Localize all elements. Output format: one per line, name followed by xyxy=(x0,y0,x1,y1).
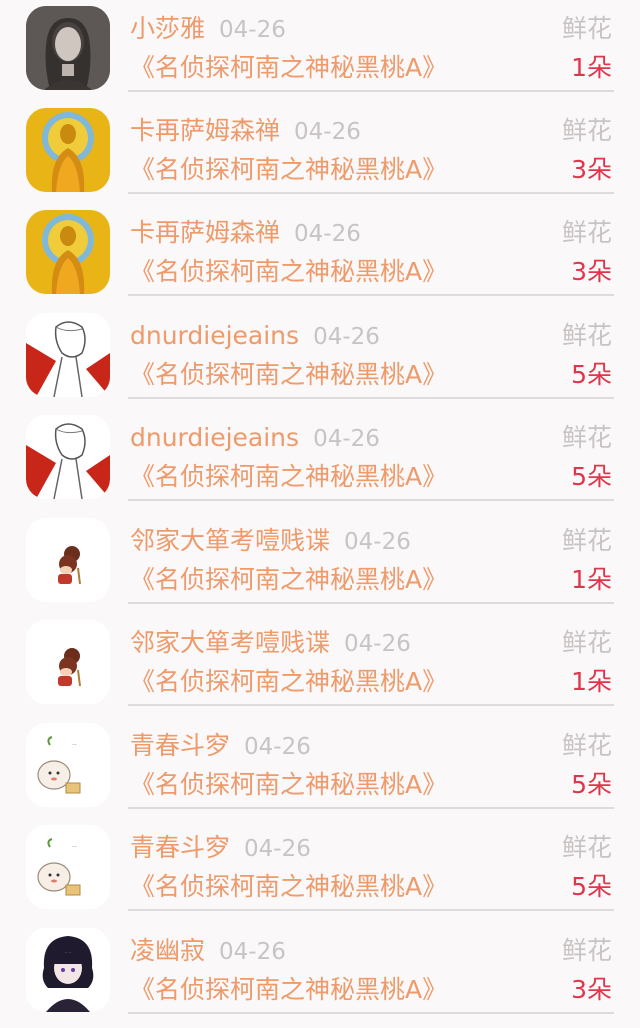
user-name[interactable]: dnurdiejeains 04-26 xyxy=(130,319,380,354)
divider xyxy=(128,807,614,809)
list-item[interactable]: 凌幽寂 04-26 《名侦探柯南之神秘黑桃A》 鲜花 3朵 xyxy=(0,922,640,1024)
gift-type: 鲜花 xyxy=(561,731,612,760)
book-title[interactable]: 《名侦探柯南之神秘黑桃A》 xyxy=(130,254,447,290)
list-item[interactable]: ... 青春斗穸 04-26 《名侦探柯南之神秘黑桃A》 鲜花 5朵 xyxy=(0,717,640,819)
gift-count: 5朵 xyxy=(571,462,612,491)
gift-count: 1朵 xyxy=(571,565,612,594)
list-item[interactable]: dnurdiejeains 04-26 《名侦探柯南之神秘黑桃A》 鲜花 5朵 xyxy=(0,409,640,511)
book-title[interactable]: 《名侦探柯南之神秘黑桃A》 xyxy=(130,357,447,393)
user-name-text[interactable]: dnurdiejeains xyxy=(130,321,299,350)
divider xyxy=(128,499,614,501)
user-name-text[interactable]: 青春斗穸 xyxy=(130,731,230,760)
divider xyxy=(128,294,614,296)
avatar-golden-buddha[interactable] xyxy=(26,108,110,192)
user-name[interactable]: 凌幽寂 04-26 xyxy=(130,934,286,969)
date: 04-26 xyxy=(294,119,361,145)
date: 04-26 xyxy=(313,324,380,350)
list-item[interactable]: 卡再萨姆森禅 04-26 《名侦探柯南之神秘黑桃A》 鲜花 3朵 xyxy=(0,102,640,204)
gift-count: 1朵 xyxy=(571,667,612,696)
gift-count: 3朵 xyxy=(571,155,612,184)
divider xyxy=(128,397,614,399)
list-item[interactable]: ... 青春斗穸 04-26 《名侦探柯南之神秘黑桃A》 鲜花 5朵 xyxy=(0,819,640,921)
svg-text:...: ... xyxy=(72,741,77,747)
date: 04-26 xyxy=(219,17,286,43)
divider xyxy=(128,909,614,911)
avatar-golden-buddha[interactable] xyxy=(26,210,110,294)
list-item[interactable]: 邻家大箪考噎贱谍 04-26 《名侦探柯南之神秘黑桃A》 鲜花 1朵 xyxy=(0,614,640,716)
user-name[interactable]: 卡再萨姆森禅 04-26 xyxy=(130,114,361,149)
date: 04-26 xyxy=(219,939,286,965)
avatar-anime-sketch[interactable] xyxy=(26,415,110,499)
user-name-text[interactable]: 青春斗穸 xyxy=(130,833,230,862)
gift-type: 鲜花 xyxy=(561,628,612,657)
user-name[interactable]: 青春斗穸 04-26 xyxy=(130,831,311,866)
gift-count: 5朵 xyxy=(571,770,612,799)
gift-count: 5朵 xyxy=(571,872,612,901)
book-title[interactable]: 《名侦探柯南之神秘黑桃A》 xyxy=(130,869,447,905)
svg-text:...: ... xyxy=(72,843,77,849)
book-title[interactable]: 《名侦探柯南之神秘黑桃A》 xyxy=(130,459,447,495)
user-name[interactable]: dnurdiejeains 04-26 xyxy=(130,421,380,456)
avatar-anime-boy[interactable] xyxy=(26,928,110,1012)
date: 04-26 xyxy=(294,221,361,247)
gift-type: 鲜花 xyxy=(561,14,612,43)
book-title[interactable]: 《名侦探柯南之神秘黑桃A》 xyxy=(130,664,447,700)
avatar-cartoon-girl[interactable] xyxy=(26,620,110,704)
avatar-cartoon-girl[interactable] xyxy=(26,518,110,602)
user-name-text[interactable]: 凌幽寂 xyxy=(130,936,205,965)
date: 04-26 xyxy=(344,631,411,657)
date: 04-26 xyxy=(313,426,380,452)
gift-type: 鲜花 xyxy=(561,833,612,862)
date: 04-26 xyxy=(244,836,311,862)
divider xyxy=(128,1012,614,1014)
user-name-text[interactable]: 邻家大箪考噎贱谍 xyxy=(130,628,330,657)
book-title[interactable]: 《名侦探柯南之神秘黑桃A》 xyxy=(130,562,447,598)
user-name-text[interactable]: 卡再萨姆森禅 xyxy=(130,218,280,247)
avatar-sprout-blob[interactable]: ... xyxy=(26,825,110,909)
gift-record-list: 小莎雅 04-26 《名侦探柯南之神秘黑桃A》 鲜花 1朵 卡再萨姆森禅 04-26… xyxy=(0,0,640,1028)
book-title[interactable]: 《名侦探柯南之神秘黑桃A》 xyxy=(130,50,447,86)
divider xyxy=(128,602,614,604)
list-item[interactable]: 邻家大箪考噎贱谍 04-26 《名侦探柯南之神秘黑桃A》 鲜花 1朵 xyxy=(0,512,640,614)
user-name[interactable]: 邻家大箪考噎贱谍 04-26 xyxy=(130,524,411,559)
user-name-text[interactable]: dnurdiejeains xyxy=(130,423,299,452)
user-name[interactable]: 邻家大箪考噎贱谍 04-26 xyxy=(130,626,411,661)
user-name[interactable]: 卡再萨姆森禅 04-26 xyxy=(130,216,361,251)
list-item[interactable]: 卡再萨姆森禅 04-26 《名侦探柯南之神秘黑桃A》 鲜花 3朵 xyxy=(0,204,640,306)
avatar-sprout-blob[interactable]: ... xyxy=(26,723,110,807)
gift-count: 5朵 xyxy=(571,360,612,389)
user-name-text[interactable]: 小莎雅 xyxy=(130,14,205,43)
gift-type: 鲜花 xyxy=(561,936,612,965)
divider xyxy=(128,704,614,706)
user-name[interactable]: 青春斗穸 04-26 xyxy=(130,729,311,764)
date: 04-26 xyxy=(244,734,311,760)
gift-count: 1朵 xyxy=(571,53,612,82)
gift-type: 鲜花 xyxy=(561,218,612,247)
gift-type: 鲜花 xyxy=(561,526,612,555)
avatar-portrait-woman[interactable] xyxy=(26,6,110,90)
divider xyxy=(128,90,614,92)
divider xyxy=(128,192,614,194)
book-title[interactable]: 《名侦探柯南之神秘黑桃A》 xyxy=(130,767,447,803)
book-title[interactable]: 《名侦探柯南之神秘黑桃A》 xyxy=(130,972,447,1008)
date: 04-26 xyxy=(344,529,411,555)
avatar-anime-sketch[interactable] xyxy=(26,313,110,397)
gift-count: 3朵 xyxy=(571,975,612,1004)
user-name-text[interactable]: 邻家大箪考噎贱谍 xyxy=(130,526,330,555)
gift-type: 鲜花 xyxy=(561,116,612,145)
user-name-text[interactable]: 卡再萨姆森禅 xyxy=(130,116,280,145)
book-title[interactable]: 《名侦探柯南之神秘黑桃A》 xyxy=(130,152,447,188)
user-name[interactable]: 小莎雅 04-26 xyxy=(130,12,286,47)
list-item[interactable]: 小莎雅 04-26 《名侦探柯南之神秘黑桃A》 鲜花 1朵 xyxy=(0,0,640,102)
gift-type: 鲜花 xyxy=(561,321,612,350)
gift-type: 鲜花 xyxy=(561,423,612,452)
gift-count: 3朵 xyxy=(571,257,612,286)
list-item[interactable]: dnurdiejeains 04-26 《名侦探柯南之神秘黑桃A》 鲜花 5朵 xyxy=(0,307,640,409)
